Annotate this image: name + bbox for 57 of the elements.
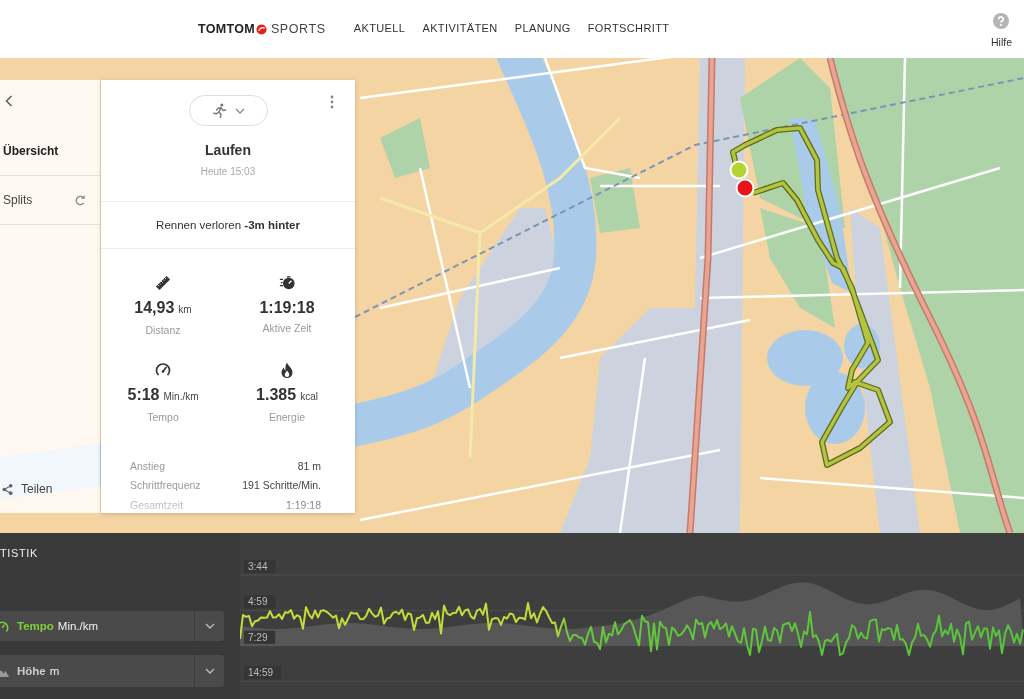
activity-date: Heute 15:03: [200, 165, 256, 179]
timer-icon: [279, 275, 295, 291]
mountain-icon: [0, 669, 9, 677]
metric-name: Tempo: [17, 620, 54, 632]
stat-unit: Min./km: [163, 390, 199, 404]
end-marker-icon: [735, 178, 755, 198]
metric-selector[interactable]: Tempo Min./km: [0, 611, 224, 641]
race-result: Rennen verloren -3m hinter: [156, 219, 300, 231]
detail-value: 191 Schritte/Min.: [242, 479, 321, 492]
stat-label: Energie: [268, 410, 306, 424]
chevron-icon: [204, 668, 215, 674]
share-icon: [2, 483, 13, 495]
gauge-icon: [0, 619, 9, 633]
chevron-icon: [234, 107, 245, 114]
metric-selector[interactable]: Höhe m: [0, 655, 224, 687]
detail-label: Anstieg: [130, 459, 166, 472]
stat-value: 1.385: [256, 385, 297, 405]
help-button[interactable]: Hilfe: [991, 10, 1012, 48]
runner-icon: [211, 103, 227, 118]
share-button[interactable]: Teilen: [0, 482, 62, 496]
help-icon: [993, 13, 1010, 29]
nav-link[interactable]: FORTSCHRITT: [587, 18, 670, 40]
gauge-icon: [155, 362, 171, 378]
metric-unit: Min./km: [57, 620, 99, 632]
axis-label: 4:59: [244, 595, 276, 609]
stat-label: Aktive Zeit: [262, 321, 312, 335]
flame-icon: [279, 362, 295, 378]
axis-label: 14:59: [244, 666, 281, 680]
metric-name: Höhe: [17, 665, 46, 677]
section-title: TISTIK: [0, 547, 38, 560]
stat-unit: kcal: [300, 390, 318, 404]
logo-icon: [255, 23, 267, 35]
loop-icon: [75, 194, 86, 206]
start-marker-icon: [729, 160, 749, 180]
stat-value: 14,93: [134, 298, 175, 318]
activity-title: Laufen: [205, 141, 251, 159]
detail-value: 81 m: [297, 459, 321, 472]
metric-unit: m: [49, 665, 60, 677]
stat-value: 1:19:18: [259, 298, 315, 318]
nav-link[interactable]: AKTIVITÄTEN: [422, 18, 498, 40]
panel-tab[interactable]: Splits: [0, 176, 100, 225]
axis-label: 3:44: [244, 560, 276, 573]
detail-value: 1:19:18: [285, 498, 321, 511]
chevron-icon: [204, 623, 215, 629]
brand-name: TOMTOM: [198, 22, 255, 36]
nav-link[interactable]: AKTUELL: [353, 18, 406, 40]
stat-label: Tempo: [147, 410, 179, 424]
panel-tab[interactable]: Übersicht: [0, 127, 100, 176]
detail-label: Gesamtzeit: [130, 498, 184, 511]
stat-label: Distanz: [145, 323, 181, 337]
detail-label: Schrittfrequenz: [130, 479, 201, 492]
product-name: SPORTS: [270, 22, 326, 36]
stat-value: 5:18: [127, 385, 160, 405]
nav-link[interactable]: PLANUNG: [514, 18, 571, 40]
back-icon[interactable]: [5, 95, 13, 107]
more-options-icon[interactable]: [330, 95, 334, 109]
stat-unit: km: [178, 303, 192, 317]
